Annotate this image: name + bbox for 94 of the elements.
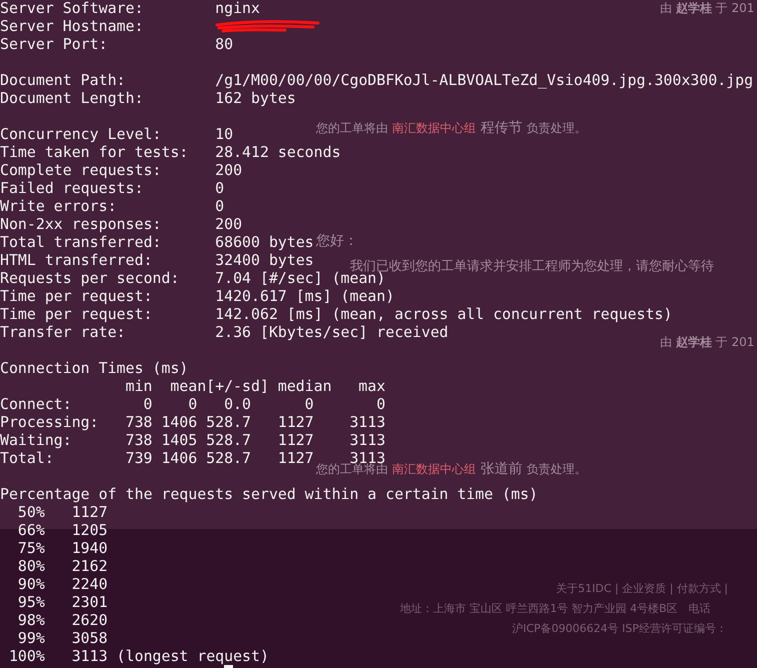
percent-label: 75% [16, 539, 45, 557]
row-label: Processing: [0, 413, 100, 431]
percent-label: 66% [16, 521, 45, 539]
assignee-name: 张道前 [479, 461, 524, 477]
field-label: Failed requests: [0, 179, 144, 197]
percent-label: 50% [16, 503, 45, 521]
column-header: mean[+/-sd] [169, 377, 269, 395]
table-cell-text: 0 [304, 395, 314, 413]
field-value: 10 [215, 125, 234, 143]
table-cell-text: 3113 [348, 413, 386, 431]
output-text: Connection Times (ms) [0, 359, 188, 377]
table-cell-text: 738 [124, 413, 152, 431]
field-label: Complete requests: [0, 161, 162, 179]
column-header: min [124, 377, 152, 395]
percent-label: 95% [16, 593, 45, 611]
team-link[interactable]: 南汇数据中心组 [392, 121, 476, 135]
field-label: Non-2xx responses: [0, 215, 162, 233]
note-text: (longest request) [116, 647, 269, 665]
table-cell-text: 1405 [160, 431, 198, 449]
percentile-value: 1127 [72, 503, 108, 521]
percent-label: 98% [16, 611, 45, 629]
percentile-value: 3113 [72, 647, 108, 665]
table-cell-text: 528.7 [205, 413, 251, 431]
field-value: 200 [215, 161, 242, 179]
table-cell-text: 528.7 [205, 431, 251, 449]
text-cursor [224, 665, 234, 668]
percentile-value: 2301 [72, 593, 108, 611]
field-value: nginx [215, 0, 260, 17]
assignee-name: 程传节 [479, 120, 524, 136]
percentile-value: 3058 [72, 629, 108, 647]
column-header: max [358, 377, 386, 395]
field-value: 2.36 [Kbytes/sec] received [215, 323, 448, 341]
field-value: 1420.617 [ms] (mean) [215, 287, 394, 305]
percent-label: 100% [8, 647, 45, 665]
percentile-value: 1940 [72, 539, 108, 557]
row-label: Waiting: [0, 431, 73, 449]
table-cell-text: 1127 [276, 431, 314, 449]
percentile-value: 1205 [72, 521, 108, 539]
field-value: 0 [215, 179, 224, 197]
row-label: Total: [0, 449, 55, 467]
field-value: 0 [215, 197, 224, 215]
notice-text: 负责处理。 [526, 121, 587, 135]
percentile-value: 2620 [72, 611, 108, 629]
field-value: 32400 bytes [215, 251, 314, 269]
percent-label: 90% [16, 575, 45, 593]
footer-text: 地址：上海市 宝山区 呼兰西路1号 智力产业园 4号楼B区 电话 [400, 601, 711, 616]
table-cell-text: 0 [375, 395, 386, 413]
field-value: 200 [215, 215, 242, 233]
column-header: median [276, 377, 332, 395]
field-label: Time per request: [0, 305, 154, 323]
table-cell-text: 0 [142, 395, 152, 413]
greeting-text: 您好： [316, 232, 358, 250]
field-label: Document Path: [0, 71, 127, 89]
field-label: Server Hostname: [0, 17, 144, 35]
table-cell-text: 0.0 [223, 395, 251, 413]
table-cell-text: 3113 [348, 431, 386, 449]
field-value: 162 bytes [215, 89, 296, 107]
field-label: Write errors: [0, 197, 118, 215]
byline: 由 赵学桂 于 201 [660, 334, 754, 351]
field-label: Requests per second: [0, 269, 180, 287]
field-label: Time taken for tests: [0, 143, 190, 161]
table-cell-text: 738 [124, 431, 152, 449]
field-label: Time per request: [0, 287, 154, 305]
table-cell-text: 739 [124, 449, 152, 467]
notice-text: 负责处理。 [526, 462, 587, 476]
percentile-value: 2240 [72, 575, 108, 593]
table-cell-text: 1406 [160, 413, 198, 431]
field-value: 80 [215, 35, 234, 53]
table-cell-text: 0 [187, 395, 198, 413]
field-label: HTML transferred: [0, 251, 154, 269]
field-value: /g1/M00/00/00/CgoDBFKoJl-ALBVOALTeZd_Vsio409.jpg.300x300.jpg [215, 71, 754, 89]
row-label: Connect: [0, 395, 73, 413]
field-label: Server Port: [0, 35, 109, 53]
percentile-value: 2162 [72, 557, 108, 575]
field-value: 28.412 seconds [215, 143, 341, 161]
footer-text: 沪ICP备09006624号 ISP经营许可证编号： [512, 621, 727, 636]
field-value: 142.062 [ms] (mean, across all concurrent requests) [215, 305, 672, 323]
output-text: Percentage of the requests served within a certain time (ms) [0, 485, 538, 503]
percent-label: 80% [16, 557, 45, 575]
table-cell-text: 1406 [160, 449, 198, 467]
field-label: Total transferred: [0, 233, 162, 251]
team-link[interactable]: 南汇数据中心组 [392, 462, 476, 476]
footer-text: 关于51IDC | 企业资质 | 付款方式 | [556, 581, 728, 596]
field-value: 68600 bytes [215, 233, 314, 251]
table-cell-text: 1127 [276, 449, 314, 467]
byline: 由 赵学桂 于 201 [660, 0, 754, 17]
percent-label: 99% [16, 629, 45, 647]
field-label: Server Software: [0, 0, 144, 17]
field-label: Transfer rate: [0, 323, 127, 341]
table-cell-text: 528.7 [205, 449, 251, 467]
notice-text: 您的工单将由 [316, 121, 389, 135]
field-label: Concurrency Level: [0, 125, 162, 143]
table-cell-text: 1127 [276, 413, 314, 431]
field-label: Document Length: [0, 89, 144, 107]
